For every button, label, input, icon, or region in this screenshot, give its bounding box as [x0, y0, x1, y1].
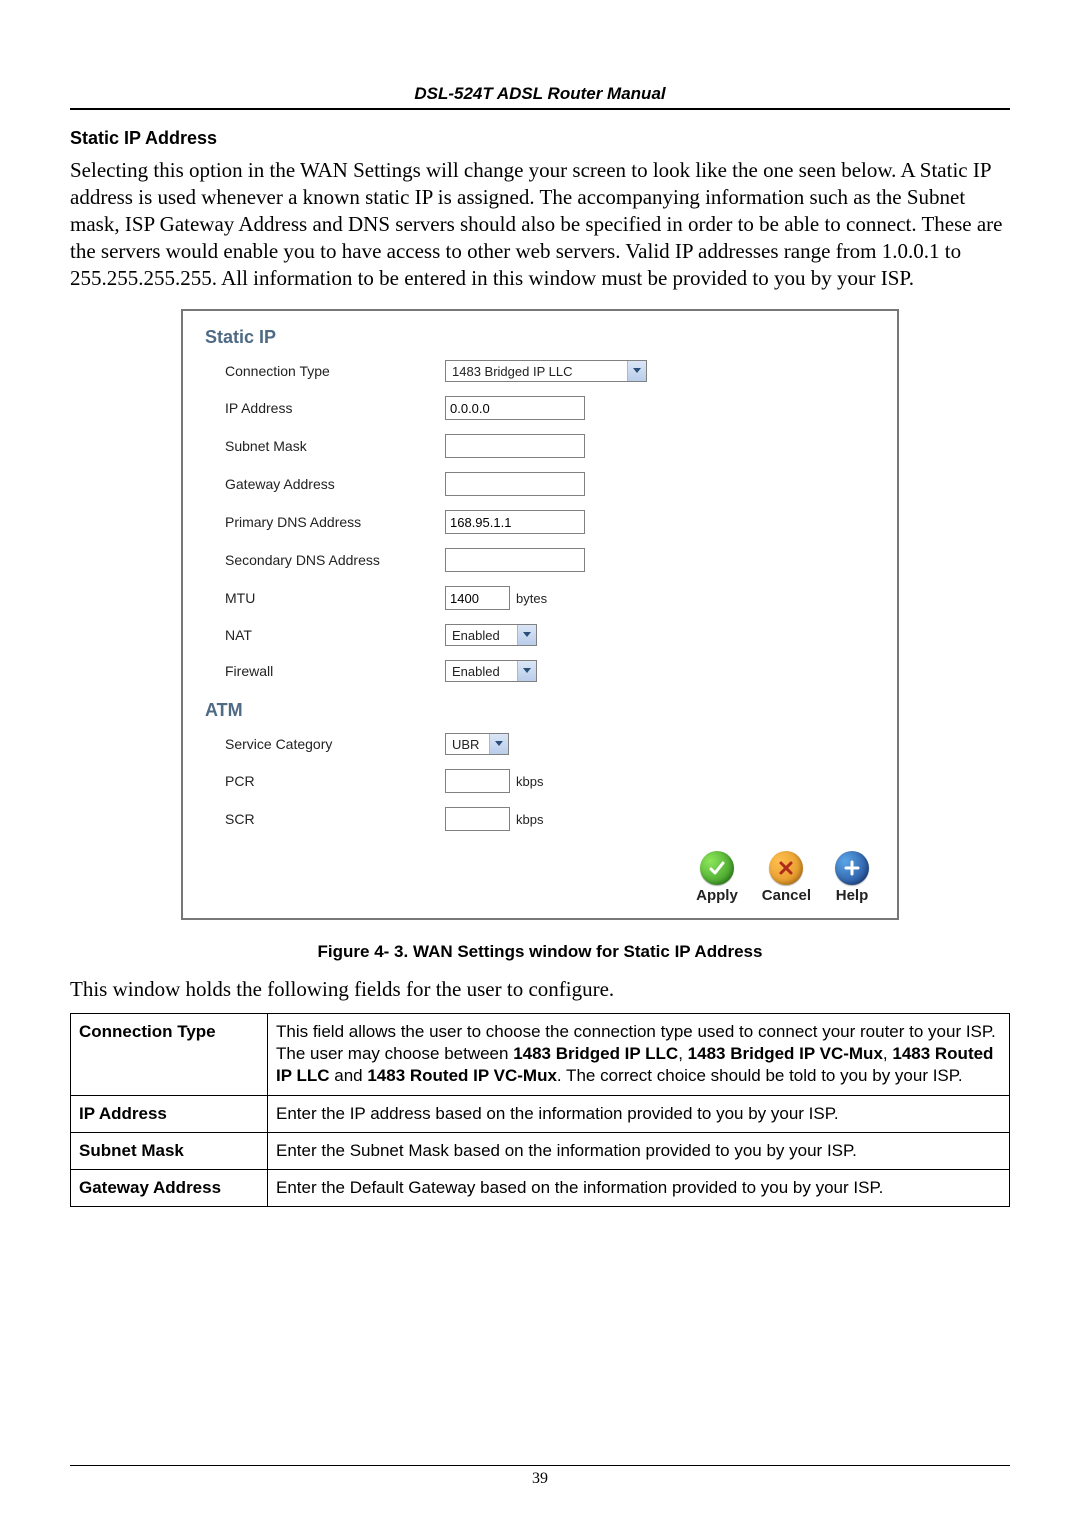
- label-mtu: MTU: [225, 590, 445, 606]
- header-divider: [70, 108, 1010, 110]
- label-service-category: Service Category: [225, 736, 445, 752]
- cell-desc-subnet-mask: Enter the Subnet Mask based on the infor…: [268, 1132, 1010, 1169]
- document-title: DSL-524T ADSL Router Manual: [70, 84, 1010, 104]
- table-row: Gateway Address Enter the Default Gatewa…: [71, 1169, 1010, 1206]
- intro-paragraph: Selecting this option in the WAN Setting…: [70, 157, 1010, 291]
- primary-dns-input[interactable]: [445, 510, 585, 534]
- label-firewall: Firewall: [225, 663, 445, 679]
- secondary-dns-input[interactable]: [445, 548, 585, 572]
- label-nat: NAT: [225, 627, 445, 643]
- label-secondary-dns: Secondary DNS Address: [225, 552, 445, 568]
- row-mtu: MTU bytes: [225, 586, 875, 610]
- panel-title-static-ip: Static IP: [205, 327, 875, 348]
- cancel-label: Cancel: [762, 887, 811, 904]
- chevron-down-icon: [627, 361, 646, 381]
- label-pcr: PCR: [225, 773, 445, 789]
- row-nat: NAT Enabled: [225, 624, 875, 646]
- chevron-down-icon: [517, 661, 536, 681]
- section-heading-static-ip: Static IP Address: [70, 128, 1010, 149]
- wan-settings-screenshot: Static IP Connection Type 1483 Bridged I…: [181, 309, 899, 920]
- label-subnet-mask: Subnet Mask: [225, 438, 445, 454]
- service-category-select[interactable]: UBR: [445, 733, 509, 755]
- firewall-select[interactable]: Enabled: [445, 660, 537, 682]
- label-ip-address: IP Address: [225, 400, 445, 416]
- chevron-down-icon: [489, 734, 508, 754]
- ip-address-input[interactable]: [445, 396, 585, 420]
- pcr-input[interactable]: [445, 769, 510, 793]
- figure-caption: Figure 4- 3. WAN Settings window for Sta…: [70, 942, 1010, 962]
- mtu-input[interactable]: [445, 586, 510, 610]
- apply-label: Apply: [696, 887, 738, 904]
- scr-unit: kbps: [516, 812, 543, 827]
- action-buttons: Apply Cancel Help: [205, 851, 875, 904]
- row-pcr: PCR kbps: [225, 769, 875, 793]
- close-icon: [769, 851, 803, 885]
- panel-title-atm: ATM: [205, 700, 875, 721]
- label-primary-dns: Primary DNS Address: [225, 514, 445, 530]
- service-category-value: UBR: [446, 737, 489, 752]
- help-button[interactable]: Help: [835, 851, 869, 904]
- cell-desc-ip-address: Enter the IP address based on the inform…: [268, 1095, 1010, 1132]
- table-row: Connection Type This field allows the us…: [71, 1014, 1010, 1095]
- firewall-value: Enabled: [446, 664, 517, 679]
- row-gateway: Gateway Address: [225, 472, 875, 496]
- cell-label-ip-address: IP Address: [71, 1095, 268, 1132]
- nat-value: Enabled: [446, 628, 517, 643]
- label-scr: SCR: [225, 811, 445, 827]
- row-service-category: Service Category UBR: [225, 733, 875, 755]
- row-secondary-dns: Secondary DNS Address: [225, 548, 875, 572]
- row-firewall: Firewall Enabled: [225, 660, 875, 682]
- apply-button[interactable]: Apply: [696, 851, 738, 904]
- pcr-unit: kbps: [516, 774, 543, 789]
- mtu-unit: bytes: [516, 591, 547, 606]
- scr-input[interactable]: [445, 807, 510, 831]
- cell-desc-connection-type: This field allows the user to choose the…: [268, 1014, 1010, 1095]
- cell-label-subnet-mask: Subnet Mask: [71, 1132, 268, 1169]
- row-ip-address: IP Address: [225, 396, 875, 420]
- subnet-mask-input[interactable]: [445, 434, 585, 458]
- row-connection-type: Connection Type 1483 Bridged IP LLC: [225, 360, 875, 382]
- cell-label-connection-type: Connection Type: [71, 1014, 268, 1095]
- footer-divider: [70, 1465, 1010, 1466]
- plus-icon: [835, 851, 869, 885]
- nat-select[interactable]: Enabled: [445, 624, 537, 646]
- field-description-table: Connection Type This field allows the us…: [70, 1013, 1010, 1207]
- check-icon: [700, 851, 734, 885]
- label-connection-type: Connection Type: [225, 363, 445, 379]
- connection-type-value: 1483 Bridged IP LLC: [446, 364, 627, 379]
- gateway-address-input[interactable]: [445, 472, 585, 496]
- cell-label-gateway: Gateway Address: [71, 1169, 268, 1206]
- row-primary-dns: Primary DNS Address: [225, 510, 875, 534]
- row-subnet-mask: Subnet Mask: [225, 434, 875, 458]
- table-row: Subnet Mask Enter the Subnet Mask based …: [71, 1132, 1010, 1169]
- chevron-down-icon: [517, 625, 536, 645]
- cancel-button[interactable]: Cancel: [762, 851, 811, 904]
- table-row: IP Address Enter the IP address based on…: [71, 1095, 1010, 1132]
- row-scr: SCR kbps: [225, 807, 875, 831]
- cell-desc-gateway: Enter the Default Gateway based on the i…: [268, 1169, 1010, 1206]
- help-label: Help: [835, 887, 869, 904]
- followup-text: This window holds the following fields f…: [70, 976, 1010, 1003]
- connection-type-select[interactable]: 1483 Bridged IP LLC: [445, 360, 647, 382]
- label-gateway: Gateway Address: [225, 476, 445, 492]
- page-number: 39: [70, 1470, 1010, 1488]
